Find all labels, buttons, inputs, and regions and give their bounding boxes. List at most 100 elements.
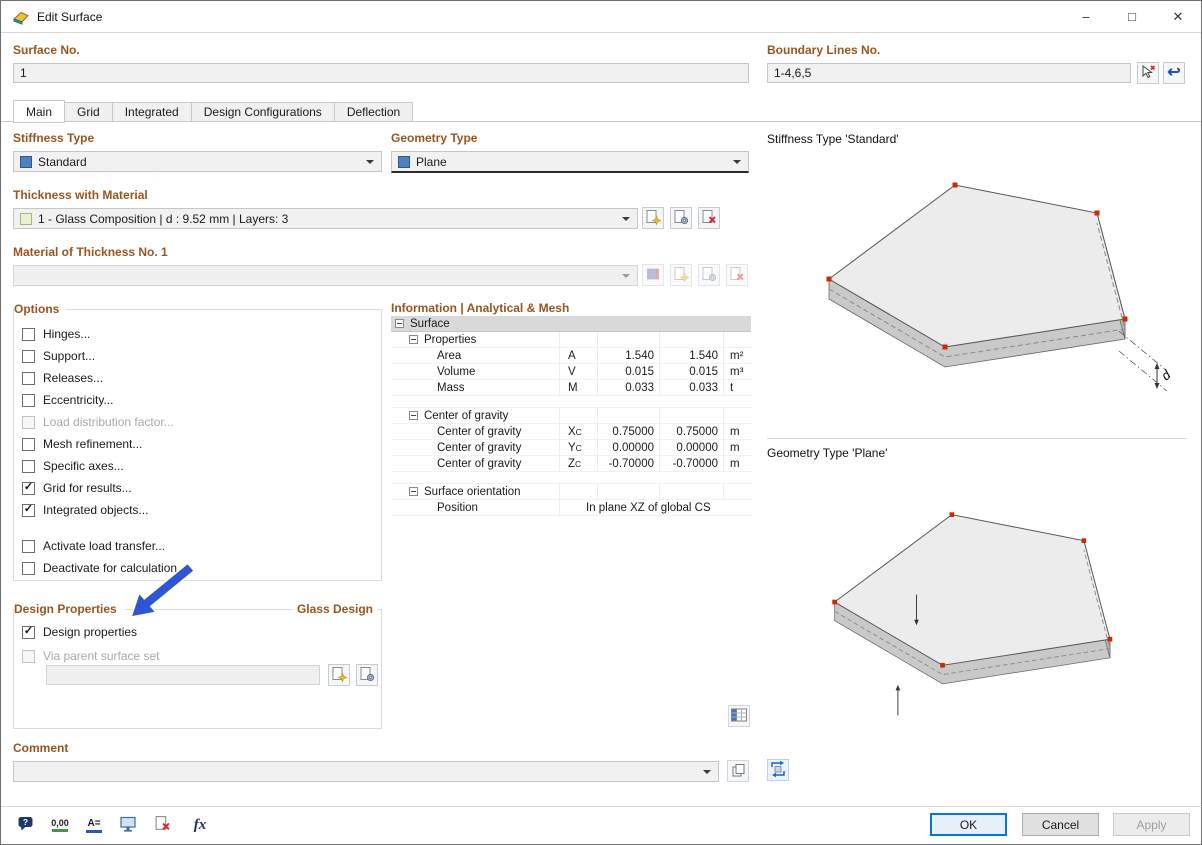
edit-thickness-button[interactable] [670, 207, 692, 229]
select-boundary-lines-button[interactable] [1137, 62, 1159, 84]
pointer-select-icon [1140, 64, 1156, 83]
checkbox-box [22, 626, 35, 639]
tab-deflection[interactable]: Deflection [335, 102, 413, 122]
tab-grid[interactable]: Grid [65, 102, 113, 122]
geometry-type-select[interactable]: Plane [391, 151, 749, 173]
info-tree: Surface Properties Area A 1.540 1.540 m²… [391, 316, 751, 698]
tree-row-group: Properties [391, 332, 751, 348]
edit-sheet-icon [701, 266, 717, 285]
stiffness-type-select[interactable]: Standard [13, 151, 382, 172]
reverse-boundary-button[interactable]: ↩ [1163, 62, 1185, 84]
collapse-toggle-icon[interactable] [395, 319, 404, 328]
material-select [13, 265, 638, 286]
checkbox-releases[interactable]: Releases... [22, 370, 103, 386]
copy-comment-button[interactable] [727, 760, 749, 782]
projection-icon [769, 760, 787, 781]
checkbox-load-distribution-factor: Load distribution factor... [22, 414, 174, 430]
chevron-down-icon [622, 274, 630, 278]
tree-row: Center of gravity YC 0.00000 0.00000 m [391, 440, 751, 456]
thickness-label: Thickness with Material [13, 188, 148, 202]
tree-row: Position In plane XZ of global CS [391, 500, 751, 516]
edit-material-button [698, 264, 720, 286]
monitor-icon [119, 815, 137, 836]
tree-row-group: Surface orientation [391, 484, 751, 500]
geometry-swatch-icon [398, 156, 410, 168]
checkbox-hinges[interactable]: Hinges... [22, 326, 90, 342]
cancel-button[interactable]: Cancel [1022, 813, 1099, 836]
checkbox-box [22, 540, 35, 553]
window-title: Edit Surface [37, 10, 102, 24]
checkbox-design-properties[interactable]: Design properties [22, 624, 137, 640]
svg-text:d: d [1158, 367, 1174, 384]
checkbox-eccentricity[interactable]: Eccentricity... [22, 392, 113, 408]
minimize-button[interactable]: – [1063, 1, 1109, 32]
delete-sheet-icon [701, 209, 717, 228]
tree-spacer [391, 472, 751, 484]
help-button[interactable]: ? [13, 812, 39, 838]
close-button[interactable]: ✕ [1155, 1, 1201, 32]
checkbox-integrated-objects[interactable]: Integrated objects... [22, 502, 148, 518]
surface-icon [13, 9, 29, 25]
stiffness-swatch-icon [20, 156, 32, 168]
preview-divider [767, 438, 1187, 439]
units-button[interactable]: 0,00 [47, 812, 73, 838]
open-in-table-button[interactable] [728, 705, 750, 727]
units-icon: 0,00 [51, 818, 69, 832]
delete-material-button [726, 264, 748, 286]
checkbox-activate-load-transfer[interactable]: Activate load transfer... [22, 538, 165, 554]
boundary-lines-input[interactable]: 1-4,6,5 [767, 63, 1131, 83]
tab-integrated[interactable]: Integrated [113, 102, 192, 122]
thickness-select[interactable]: 1 - Glass Composition | d : 9.52 mm | La… [13, 208, 638, 229]
checkbox-support[interactable]: Support... [22, 348, 95, 364]
glass-design-badge: Glass Design [293, 602, 377, 616]
tree-row: Center of gravity XC 0.75000 0.75000 m [391, 424, 751, 440]
surface-no-input[interactable]: 1 [13, 63, 749, 83]
checkbox-box [22, 328, 35, 341]
delete-thickness-button[interactable] [698, 207, 720, 229]
chevron-down-icon [703, 770, 711, 774]
question-bubble-icon: ? [17, 815, 35, 836]
collapse-toggle-icon[interactable] [409, 335, 418, 344]
new-material-button [670, 264, 692, 286]
checkbox-mesh-refinement[interactable]: Mesh refinement... [22, 436, 142, 452]
boundary-lines-value: 1-4,6,5 [774, 66, 811, 80]
geometry-preview-caption: Geometry Type 'Plane' [767, 446, 887, 460]
delete-button[interactable] [149, 812, 175, 838]
delete-sheet-icon [154, 815, 171, 835]
formula-icon: fx [194, 817, 207, 834]
svg-text:?: ? [23, 817, 28, 827]
options-group-label: Options [14, 302, 67, 316]
material-library-button [642, 264, 664, 286]
footer-divider [1, 806, 1202, 807]
thickness-value: 1 - Glass Composition | d : 9.52 mm | La… [38, 212, 288, 226]
stiffness-preview-image: d [767, 151, 1187, 433]
checkbox-grid-for-results[interactable]: Grid for results... [22, 480, 132, 496]
apply-button: Apply [1113, 813, 1190, 836]
stiffness-type-value: Standard [38, 155, 87, 169]
new-parent-set-button[interactable] [328, 664, 350, 686]
formula-button[interactable]: fx [187, 812, 213, 838]
chevron-down-icon [622, 217, 630, 221]
comment-select[interactable] [13, 761, 719, 782]
checkbox-box [22, 650, 35, 663]
edit-surface-dialog: Edit Surface – □ ✕ Surface No. 1 Boundar… [0, 0, 1202, 845]
tab-design-configurations[interactable]: Design Configurations [192, 102, 335, 122]
collapse-toggle-icon[interactable] [409, 487, 418, 496]
checkbox-box [22, 350, 35, 363]
tab-main[interactable]: Main [13, 100, 65, 123]
annotation-arrow [121, 557, 203, 629]
surface-no-label: Surface No. [13, 43, 80, 57]
tree-row: Mass M 0.033 0.033 t [391, 380, 751, 396]
thickness-swatch-icon [20, 213, 32, 225]
display-settings-button[interactable] [115, 812, 141, 838]
maximize-button[interactable]: □ [1109, 1, 1155, 32]
geometry-preview-image [767, 465, 1187, 747]
checkbox-via-parent-surface-set: Via parent surface set [22, 648, 160, 664]
rename-button[interactable]: A= [81, 812, 107, 838]
collapse-toggle-icon[interactable] [409, 411, 418, 420]
new-thickness-button[interactable] [642, 207, 664, 229]
edit-parent-set-button[interactable] [356, 664, 378, 686]
ok-button[interactable]: OK [930, 813, 1007, 836]
projection-toggle-button[interactable] [767, 759, 789, 781]
checkbox-specific-axes[interactable]: Specific axes... [22, 458, 124, 474]
